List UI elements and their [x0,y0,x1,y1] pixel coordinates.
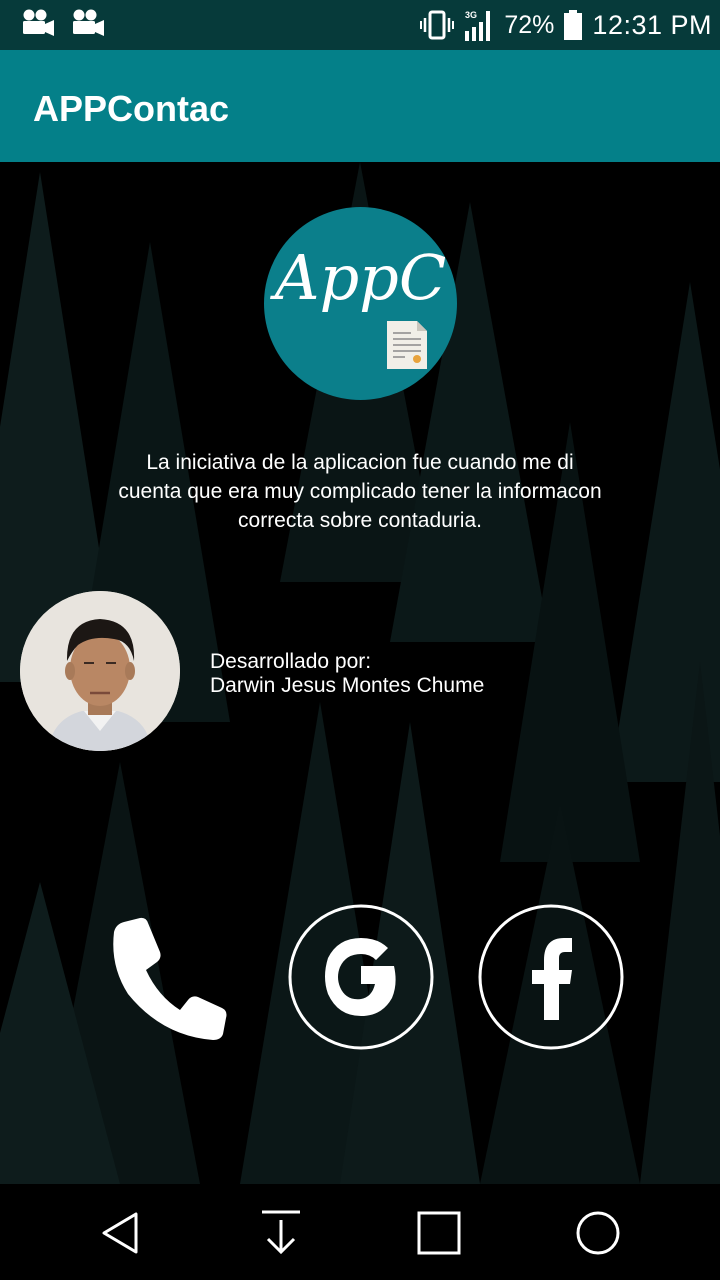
download-icon[interactable] [256,1208,306,1258]
phone-icon[interactable] [106,914,234,1042]
app-bar: APPContac [0,50,720,162]
developer-label: Desarrollado por: [210,650,372,673]
clock: 12:31 PM [592,9,712,40]
app-logo: AppC [264,207,457,400]
logo-text: AppC [274,241,447,314]
vibrate-icon [420,10,455,40]
status-left [20,8,106,40]
intro-line: cuenta que era muy complicado tener la i… [118,480,602,503]
home-icon[interactable] [573,1208,623,1258]
status-right: 3G 72% 12:31 PM [420,6,712,44]
intro-text: La iniciativa de la aplicacion fue cuand… [60,448,660,535]
video-camera-icon [73,9,104,36]
developer-name: Darwin Jesus Montes Chume [210,674,485,697]
main-content: AppC La iniciativa de la aplicacion fue … [0,162,720,1184]
intro-line: correcta sobre contaduria. [238,509,482,532]
status-bar: 3G 72% 12:31 PM [0,0,720,50]
battery-icon [564,10,583,40]
recent-apps-icon[interactable] [414,1208,464,1258]
developer-photo [20,591,180,751]
developer-avatar [20,591,180,751]
app-title: APPContac [33,88,230,129]
google-icon[interactable] [288,904,434,1050]
intro-line: La iniciativa de la aplicacion fue cuand… [146,451,574,474]
video-camera-icon [23,9,54,36]
svg-text:3G: 3G [465,10,477,20]
navigation-bar [0,1184,720,1280]
signal-icon: 3G [465,10,491,41]
facebook-icon[interactable] [478,904,624,1050]
document-icon [387,321,427,369]
battery-percent: 72% [504,10,555,39]
back-icon[interactable] [96,1208,146,1258]
